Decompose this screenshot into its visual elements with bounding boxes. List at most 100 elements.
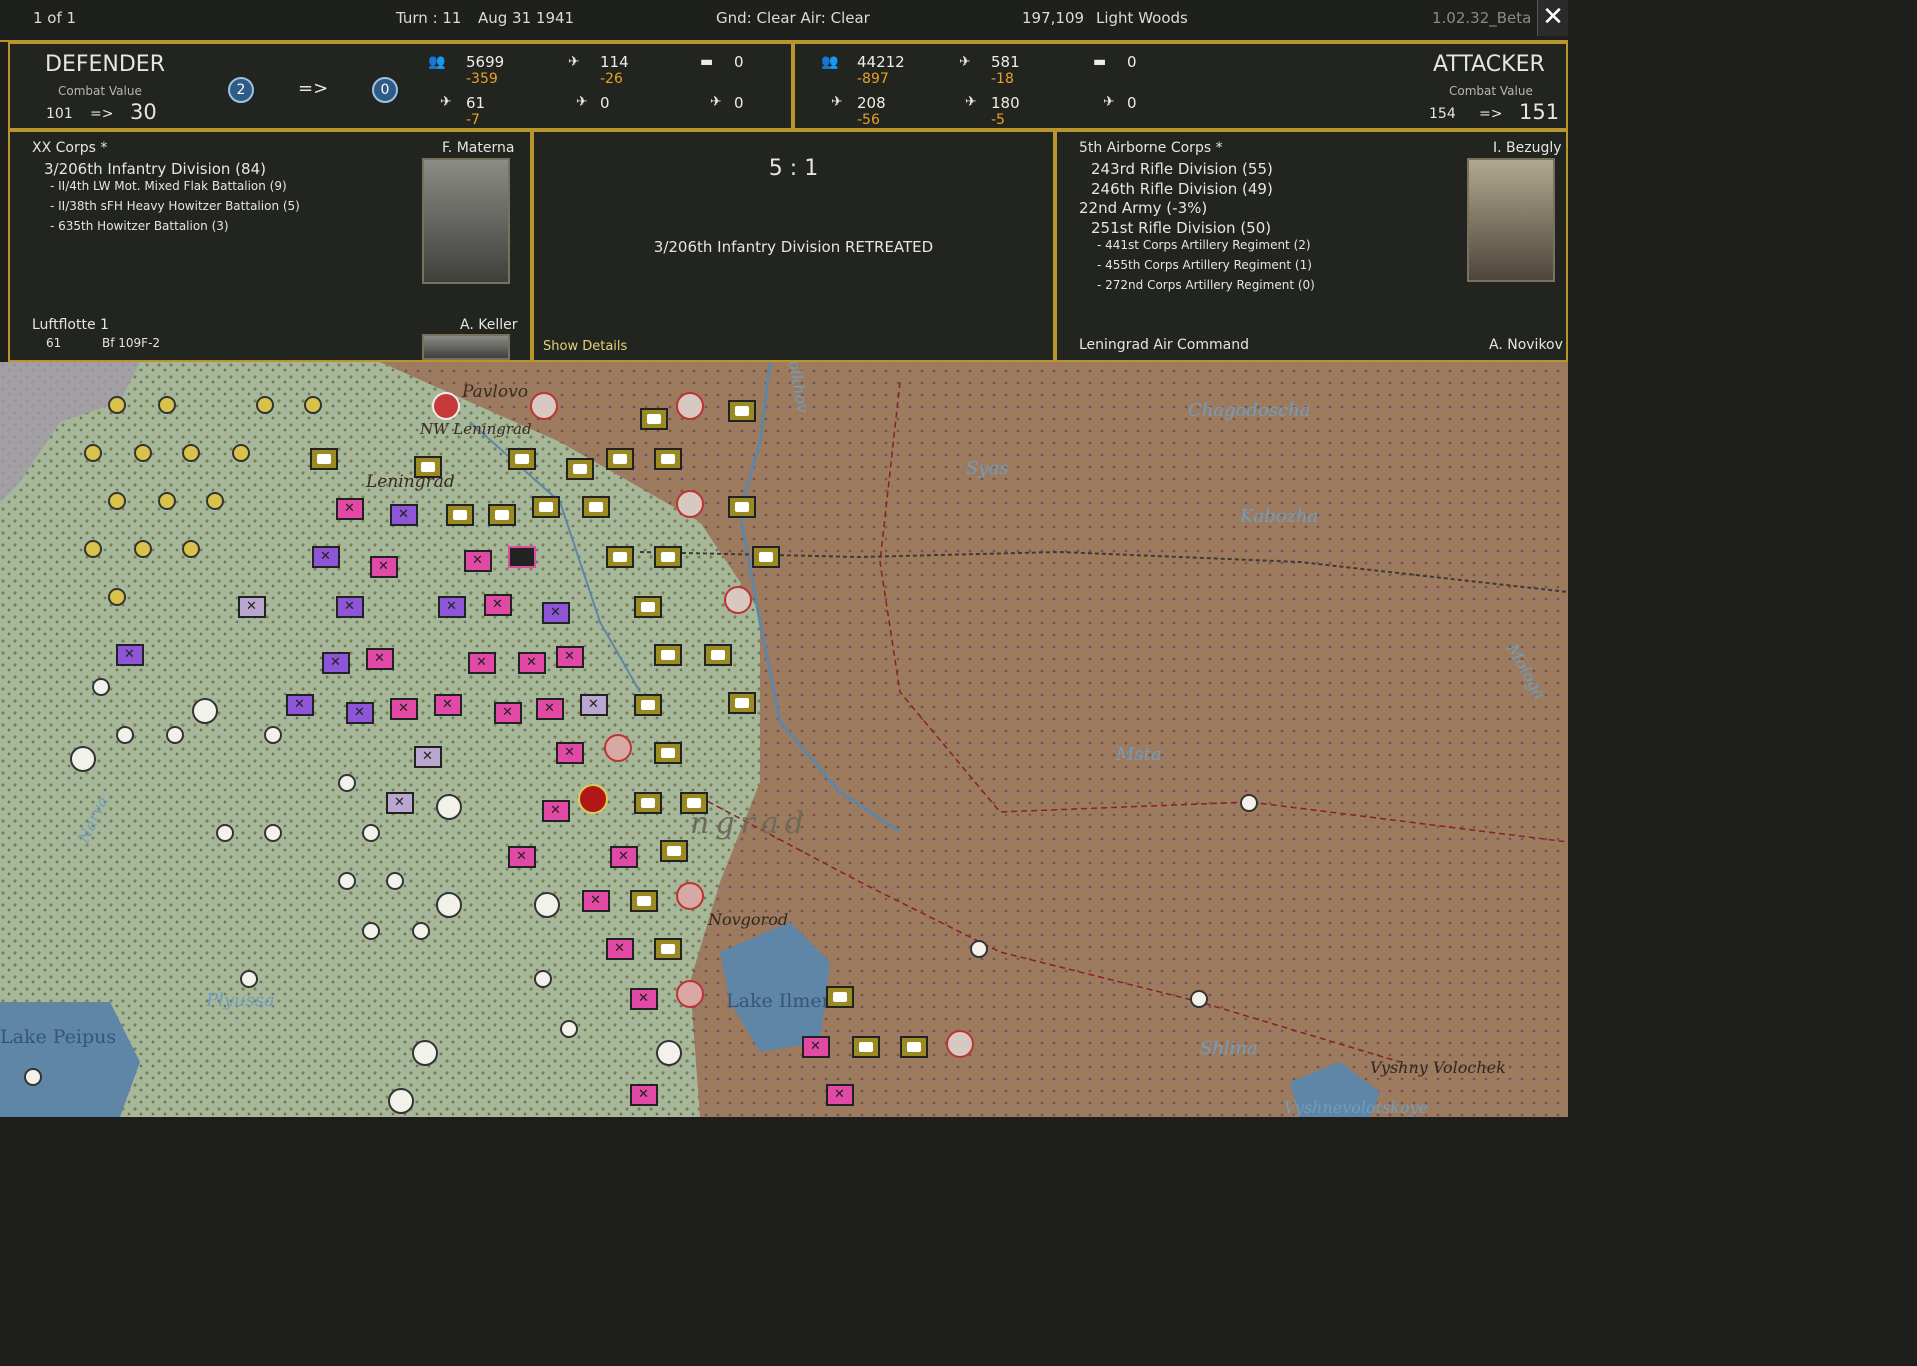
soviet-unit[interactable] (704, 644, 732, 666)
train-marker[interactable] (192, 698, 218, 724)
german-unit[interactable] (336, 596, 364, 618)
train-marker[interactable] (534, 892, 560, 918)
train-marker[interactable] (656, 1040, 682, 1066)
german-unit[interactable] (556, 742, 584, 764)
soviet-unit[interactable] (654, 546, 682, 568)
german-unit[interactable] (536, 698, 564, 720)
german-unit[interactable] (366, 648, 394, 670)
german-unit[interactable] (438, 596, 466, 618)
german-unit[interactable] (518, 652, 546, 674)
att-unit[interactable]: 246th Rifle Division (49) (1091, 180, 1273, 198)
soviet-unit[interactable] (728, 400, 756, 422)
airbase-marker[interactable] (1190, 990, 1208, 1008)
german-unit[interactable] (606, 938, 634, 960)
german-unit[interactable] (390, 698, 418, 720)
soviet-unit[interactable] (532, 496, 560, 518)
supply-counter (264, 824, 282, 842)
german-unit[interactable] (346, 702, 374, 724)
soviet-unit[interactable] (900, 1036, 928, 1058)
att-unit[interactable]: 243rd Rifle Division (55) (1091, 160, 1273, 178)
soviet-unit[interactable] (852, 1036, 880, 1058)
german-unit[interactable] (464, 550, 492, 572)
airbase-marker[interactable] (530, 392, 558, 420)
air-commander-portrait[interactable] (422, 334, 510, 360)
soviet-unit[interactable] (640, 408, 668, 430)
soviet-unit[interactable] (660, 840, 688, 862)
attacker-cv-arrow: => (1479, 106, 1503, 122)
game-map[interactable]: Pavlovo NW Leningrad Leningrad Chagodosc… (0, 362, 1568, 1117)
train-marker[interactable] (436, 794, 462, 820)
att-unit[interactable]: 251st Rifle Division (50) (1091, 219, 1271, 237)
airbase-marker[interactable] (724, 586, 752, 614)
soviet-unit[interactable] (566, 458, 594, 480)
soviet-unit[interactable] (606, 448, 634, 470)
german-unit[interactable] (556, 646, 584, 668)
german-unit[interactable] (542, 602, 570, 624)
combat-target-marker[interactable] (578, 784, 608, 814)
train-marker[interactable] (70, 746, 96, 772)
soviet-unit[interactable] (508, 448, 536, 470)
airbase-marker[interactable] (676, 392, 704, 420)
soviet-unit[interactable] (826, 986, 854, 1008)
soviet-unit[interactable] (728, 692, 756, 714)
german-unit[interactable] (630, 1084, 658, 1106)
soviet-unit[interactable] (634, 596, 662, 618)
airbase-marker[interactable] (946, 1030, 974, 1058)
def-division[interactable]: 3/206th Infantry Division (84) (44, 160, 266, 178)
german-unit[interactable] (238, 596, 266, 618)
german-unit[interactable] (116, 644, 144, 666)
soviet-unit[interactable] (654, 448, 682, 470)
soviet-hq-marker[interactable] (676, 882, 704, 910)
german-unit[interactable] (508, 846, 536, 868)
german-unit[interactable] (582, 890, 610, 912)
soviet-unit[interactable] (752, 546, 780, 568)
airbase-marker[interactable] (676, 490, 704, 518)
soviet-hq-marker[interactable] (604, 734, 632, 762)
soviet-unit[interactable] (654, 938, 682, 960)
german-unit[interactable] (312, 546, 340, 568)
soviet-unit[interactable] (680, 792, 708, 814)
german-unit[interactable] (610, 846, 638, 868)
def-commander-portrait[interactable] (422, 158, 510, 284)
train-marker[interactable] (388, 1088, 414, 1114)
soviet-unit[interactable] (310, 448, 338, 470)
german-unit[interactable] (336, 498, 364, 520)
airbase-marker[interactable] (970, 940, 988, 958)
german-unit[interactable] (286, 694, 314, 716)
soviet-unit[interactable] (654, 644, 682, 666)
soviet-unit[interactable] (634, 792, 662, 814)
soviet-unit[interactable] (414, 456, 442, 478)
german-unit[interactable] (542, 800, 570, 822)
german-unit[interactable] (370, 556, 398, 578)
train-marker[interactable] (412, 1040, 438, 1066)
train-marker[interactable] (436, 892, 462, 918)
german-unit[interactable] (484, 594, 512, 616)
german-unit-selected[interactable] (508, 546, 536, 568)
german-unit[interactable] (322, 652, 350, 674)
german-unit[interactable] (630, 988, 658, 1010)
german-unit[interactable] (390, 504, 418, 526)
close-button[interactable]: ✕ (1537, 0, 1568, 36)
show-details-link[interactable]: Show Details (543, 339, 627, 354)
city-marker[interactable] (432, 392, 460, 420)
soviet-unit[interactable] (582, 496, 610, 518)
airbase-marker[interactable] (1240, 794, 1258, 812)
soviet-unit[interactable] (728, 496, 756, 518)
german-unit[interactable] (386, 792, 414, 814)
att-commander-portrait[interactable] (1467, 158, 1555, 282)
german-unit[interactable] (414, 746, 442, 768)
german-unit[interactable] (580, 694, 608, 716)
german-unit[interactable] (434, 694, 462, 716)
fort-counter (84, 540, 102, 558)
german-unit[interactable] (802, 1036, 830, 1058)
soviet-unit[interactable] (606, 546, 634, 568)
soviet-unit[interactable] (446, 504, 474, 526)
german-unit[interactable] (826, 1084, 854, 1106)
soviet-unit[interactable] (630, 890, 658, 912)
soviet-unit[interactable] (654, 742, 682, 764)
soviet-unit[interactable] (634, 694, 662, 716)
german-unit[interactable] (494, 702, 522, 724)
german-unit[interactable] (468, 652, 496, 674)
soviet-hq-marker[interactable] (676, 980, 704, 1008)
soviet-unit[interactable] (488, 504, 516, 526)
